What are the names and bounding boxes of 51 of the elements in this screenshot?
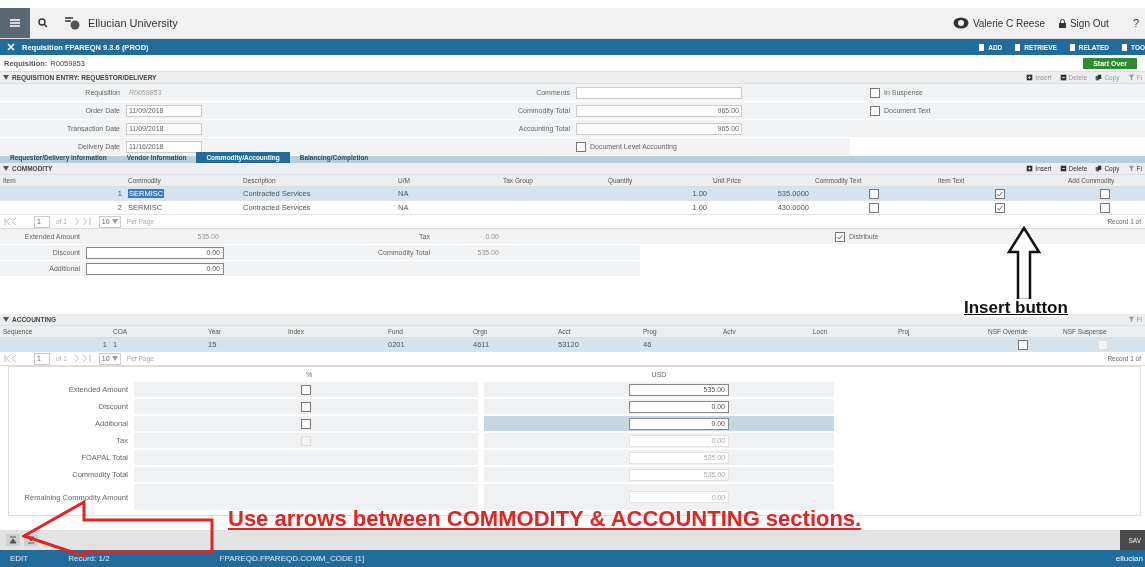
sign-out-link[interactable]: Sign Out (1058, 17, 1109, 29)
checkbox[interactable] (301, 401, 311, 412)
collapse-caret-icon[interactable] (3, 317, 9, 322)
filter-icon (1127, 165, 1135, 172)
checkbox[interactable] (1100, 202, 1110, 213)
annotation-label: Insert button (962, 299, 1070, 317)
checkbox[interactable] (835, 231, 845, 242)
document-icon (1068, 43, 1076, 51)
status-mode: EDIT (10, 554, 29, 563)
help-link[interactable]: ? (1132, 17, 1139, 29)
checkbox[interactable] (1017, 339, 1028, 350)
checkbox[interactable] (870, 87, 880, 98)
user-name[interactable]: Valerie C Reese (972, 17, 1045, 29)
previous-section-button[interactable] (6, 534, 20, 546)
checkbox[interactable] (576, 141, 586, 152)
checkbox[interactable] (870, 105, 880, 116)
lock-icon (1058, 18, 1066, 28)
collapse-caret-icon[interactable] (3, 166, 9, 171)
checkbox[interactable] (301, 384, 311, 395)
insert-icon (1026, 165, 1034, 172)
copy-icon (1095, 165, 1103, 172)
checkbox[interactable] (868, 202, 879, 213)
insert-icon (1026, 74, 1034, 81)
input-field[interactable] (576, 86, 742, 99)
menu-button[interactable] (0, 8, 30, 38)
checkbox[interactable] (868, 188, 879, 199)
collapse-caret-icon[interactable] (3, 75, 9, 80)
dropdown-caret-icon (111, 219, 118, 224)
close-icon[interactable] (7, 43, 15, 51)
checkbox[interactable] (301, 418, 311, 429)
menu-icon (10, 19, 20, 27)
status-field: FPAREQD.FPAREQD.COMM_CODE [1] (219, 554, 365, 563)
filter-icon (1127, 74, 1135, 81)
delete-icon (1059, 165, 1067, 172)
document-icon (1014, 43, 1022, 51)
filter-icon (1127, 316, 1135, 323)
user-avatar-icon (952, 17, 969, 29)
checkbox[interactable] (1100, 188, 1110, 199)
search-icon[interactable] (38, 18, 48, 28)
app-name: Ellucian University (88, 17, 178, 29)
status-record: Record: 1/2 (68, 554, 110, 563)
dropdown-caret-icon (111, 356, 118, 361)
copy-icon (1095, 74, 1103, 81)
checkbox[interactable] (995, 202, 1005, 213)
annotation-text: Use arrows between COMMODITY & ACCOUNTING sections. (228, 506, 862, 532)
document-icon (1121, 43, 1129, 51)
delete-icon (1059, 74, 1067, 81)
brand-logo-text: ellucian (1115, 554, 1143, 563)
document-icon (978, 43, 986, 51)
history-icon[interactable] (64, 16, 80, 30)
checkbox[interactable] (995, 188, 1005, 199)
